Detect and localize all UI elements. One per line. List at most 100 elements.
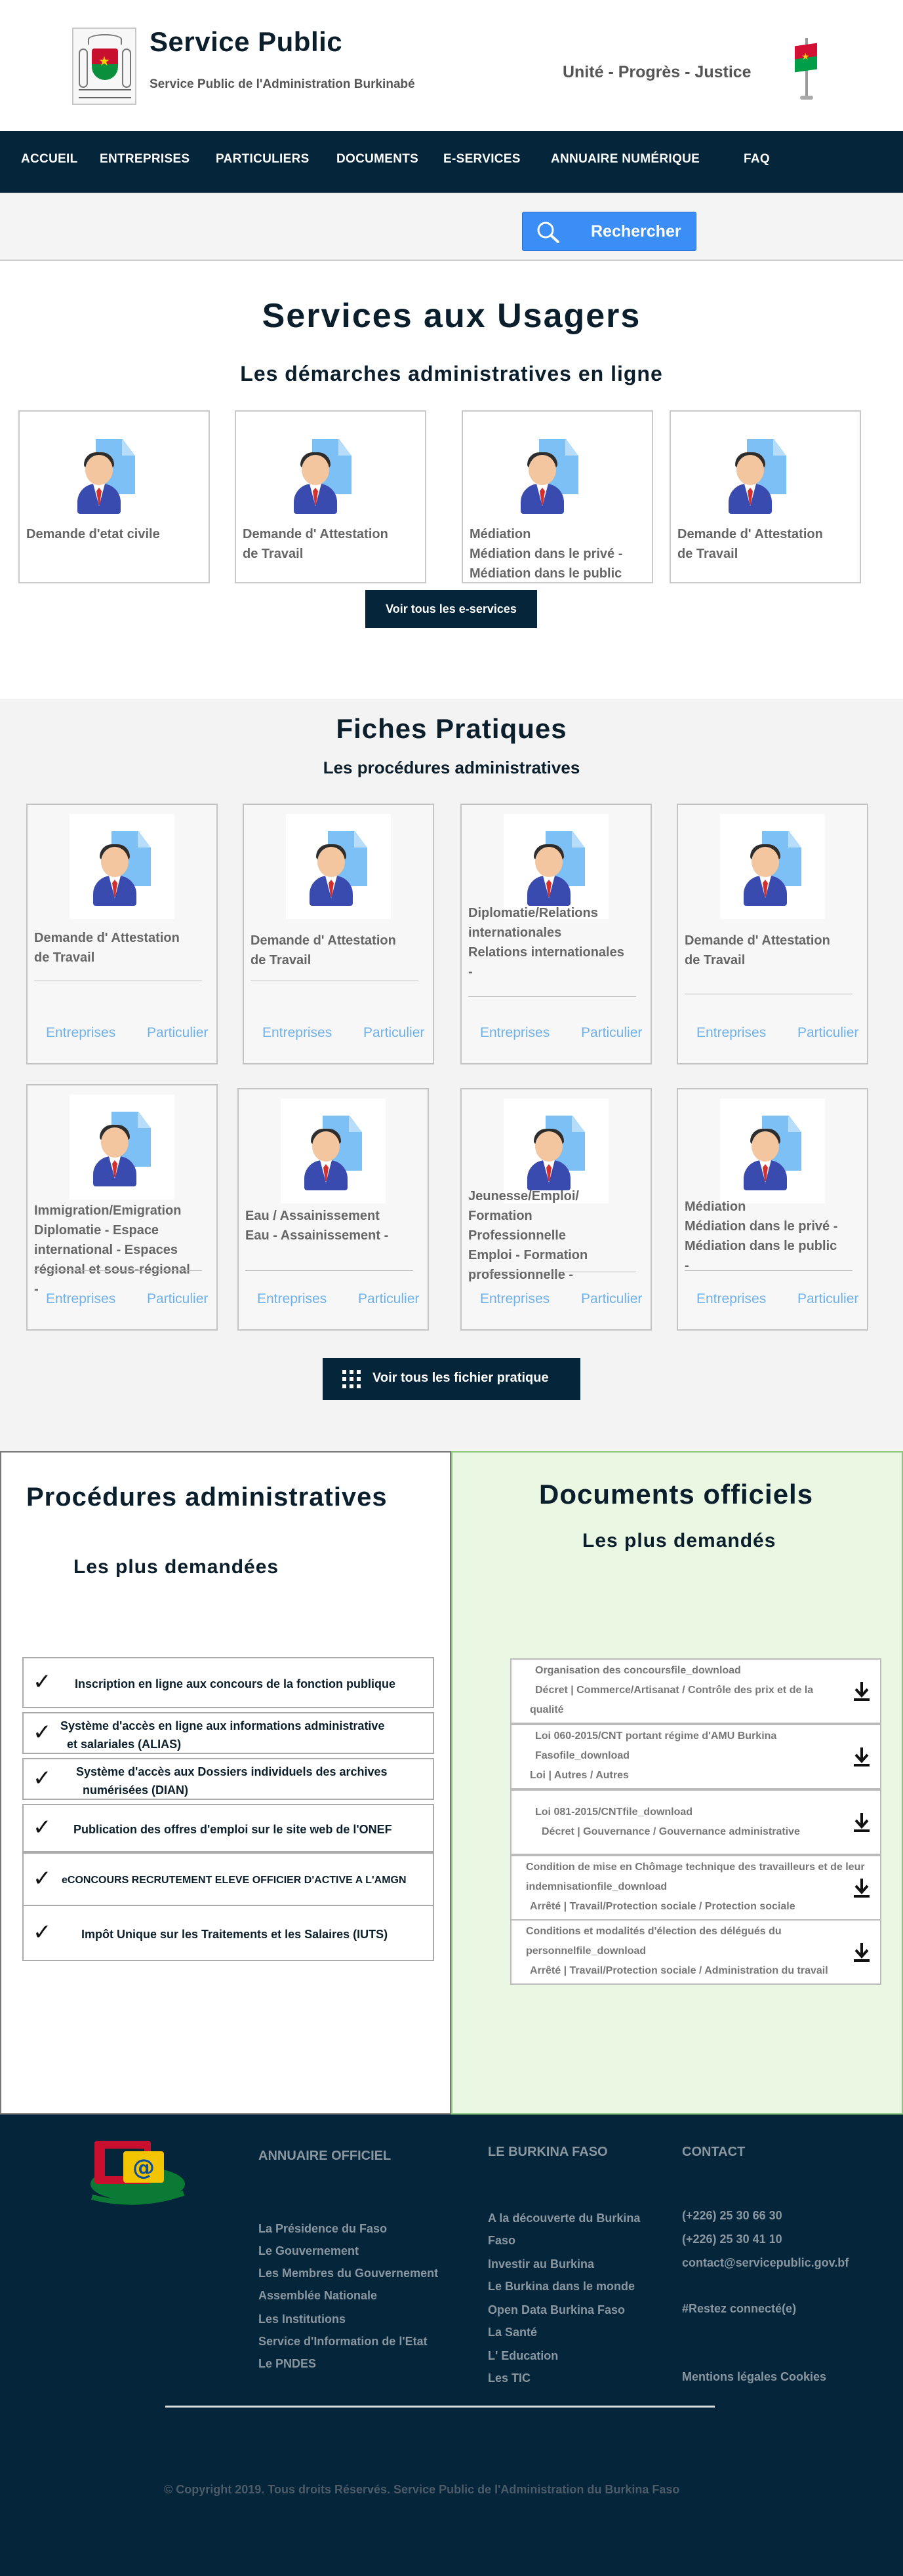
procedure-item[interactable]: ✓ Inscription en ligne aux concours de la… <box>22 1657 434 1708</box>
document-item[interactable]: Condition de mise en Chômage technique d… <box>510 1855 881 1921</box>
service-public-logo[interactable]: @ <box>85 2137 190 2209</box>
footer-annuaire-link[interactable]: Le Gouvernement <box>258 2244 359 2258</box>
download-icon[interactable] <box>853 1877 871 1898</box>
procedure-item[interactable]: ✓ Système d'accès aux Dossiers individuel… <box>22 1758 434 1800</box>
category-link-entreprises[interactable]: Entreprises <box>46 1291 115 1307</box>
footer-burkina-link[interactable]: A la découverte du Burkina <box>488 2212 640 2225</box>
view-all-e-services-button[interactable]: Voir tous les e-services <box>365 590 537 628</box>
fiche-card[interactable]: Médiation Médiation dans le privé - Médiat… <box>677 1088 868 1331</box>
category-link-entreprises[interactable]: Entreprises <box>46 1025 115 1041</box>
procedure-item[interactable]: ✓ Système d'accès en ligne aux informatio… <box>22 1712 434 1754</box>
footer-burkina-link[interactable]: Faso <box>488 2234 515 2248</box>
nav-item-annuaire[interactable]: ANNUAIRE NUMÉRIQUE <box>551 152 700 166</box>
category-link-entreprises[interactable]: Entreprises <box>480 1025 550 1041</box>
footer-annuaire-link[interactable]: Service d'Information de l'Etat <box>258 2335 428 2349</box>
fiche-card-label: de Travail <box>685 953 746 967</box>
legal-cookies-link[interactable]: Mentions légales Cookies <box>682 2370 826 2384</box>
category-link-entreprises[interactable]: Entreprises <box>257 1291 327 1307</box>
check-icon: ✓ <box>33 1815 52 1840</box>
footer-burkina-link[interactable]: Le Burkina dans le monde <box>488 2280 635 2293</box>
category-link-particulier[interactable]: Particulier <box>147 1291 208 1307</box>
download-icon[interactable] <box>853 1942 871 1962</box>
footer-annuaire-link[interactable]: Assemblée Nationale <box>258 2289 377 2303</box>
search-button-label: Rechercher <box>591 222 681 241</box>
fiche-card-label: - <box>685 1259 689 1273</box>
view-all-fiches-button[interactable]: Voir tous les fichier pratique <box>323 1358 580 1400</box>
footer-annuaire-link[interactable]: Le PNDES <box>258 2357 316 2371</box>
e-service-card-label: Demande d'etat civile <box>26 527 160 541</box>
download-icon[interactable] <box>853 1812 871 1833</box>
footer-burkina-link[interactable]: La Santé <box>488 2326 537 2339</box>
fiche-card-label: Diplomatie/Relations <box>468 906 598 920</box>
document-item-title: Décret | Commerce/Artisanat / Contrôle d… <box>535 1685 814 1696</box>
footer-annuaire-link[interactable]: Les Membres du Gouvernement <box>258 2267 438 2280</box>
fiche-card[interactable]: Demande d' Attestation de Travail Entrepri… <box>243 804 434 1064</box>
fiche-card[interactable]: Jeunesse/Emploi/Formation Professionnelle… <box>460 1088 652 1331</box>
document-item[interactable]: Loi 060-2015/CNT portant régime d'AMU Bu… <box>510 1724 881 1789</box>
category-link-particulier[interactable]: Particulier <box>363 1025 424 1041</box>
category-link-entreprises[interactable]: Entreprises <box>696 1025 766 1041</box>
fiche-card-divider <box>685 1270 853 1271</box>
procedure-item[interactable]: ✓ eCONCOURS RECRUTEMENT ELEVE OFFICIER D'… <box>22 1852 434 1906</box>
document-item[interactable]: Loi 081-2015/CNTfile_download Décret | Go… <box>510 1789 881 1855</box>
e-service-card[interactable]: Demande d' Attestation de Travail <box>670 410 861 583</box>
category-link-particulier[interactable]: Particulier <box>797 1291 858 1307</box>
document-item-title: Conditions et modalités d'élection des d… <box>526 1926 782 1937</box>
fiche-card[interactable]: Eau / Assainissement Eau - Assainissement… <box>237 1088 429 1331</box>
nav-item-particuliers[interactable]: PARTICULIERS <box>216 152 310 166</box>
services-title: Services aux Usagers <box>262 297 641 335</box>
document-person-icon <box>740 1114 805 1192</box>
procedure-item[interactable]: ✓ Publication des offres d'emploi sur le … <box>22 1804 434 1852</box>
grid-icon <box>342 1370 361 1388</box>
fiche-card-label: - <box>468 965 473 979</box>
site-title[interactable]: Service Public <box>150 26 342 58</box>
document-person-icon <box>523 1114 589 1192</box>
check-icon: ✓ <box>33 1766 52 1791</box>
documents-title: Documents officiels <box>539 1479 814 1510</box>
nav-item-entreprises[interactable]: ENTREPRISES <box>100 152 190 166</box>
nav-item-e-services[interactable]: E-SERVICES <box>443 152 521 166</box>
category-link-entreprises[interactable]: Entreprises <box>262 1025 332 1041</box>
nav-item-accueil[interactable]: ACCUEIL <box>21 152 78 166</box>
fiche-card-label: Eau - Assainissement - <box>245 1228 389 1243</box>
footer-contact-title: CONTACT <box>682 2145 746 2159</box>
document-item[interactable]: Organisation des concoursfile_download Dé… <box>510 1658 881 1724</box>
fiche-card[interactable]: Immigration/Emigration Diplomatie - Espac… <box>26 1084 218 1331</box>
fiche-card-image <box>70 814 174 919</box>
services-subtitle: Les démarches administratives en ligne <box>240 362 663 385</box>
document-person-icon <box>89 830 155 907</box>
fiche-card[interactable]: Demande d' Attestation de Travail Entrepri… <box>677 804 868 1064</box>
procedure-item-label: Impôt Unique sur les Traitements et les … <box>81 1928 388 1941</box>
footer-burkina-title: LE BURKINA FASO <box>488 2145 608 2159</box>
footer-burkina-link[interactable]: Investir au Burkina <box>488 2257 594 2271</box>
e-service-card[interactable]: Médiation Médiation dans le privé - Médiat… <box>462 410 653 583</box>
e-service-card[interactable]: Demande d' Attestation de Travail <box>235 410 426 583</box>
footer-annuaire-link[interactable]: Les Institutions <box>258 2313 346 2326</box>
fiche-card[interactable]: Demande d' Attestation de Travail Entrepri… <box>26 804 218 1064</box>
category-link-particulier[interactable]: Particulier <box>358 1291 419 1307</box>
national-motto: Unité - Progrès - Justice <box>563 63 752 81</box>
category-link-entreprises[interactable]: Entreprises <box>696 1291 766 1307</box>
contact-email-link[interactable]: contact@servicepublic.gov.bf <box>682 2256 849 2270</box>
fiche-card[interactable]: Diplomatie/Relations internationales Relat… <box>460 804 652 1064</box>
nav-item-faq[interactable]: FAQ <box>744 152 770 166</box>
footer-burkina-link[interactable]: L' Education <box>488 2349 558 2363</box>
download-icon[interactable] <box>853 1681 871 1702</box>
footer-burkina-link[interactable]: Open Data Burkina Faso <box>488 2303 625 2317</box>
nav-item-documents[interactable]: DOCUMENTS <box>336 152 418 166</box>
download-icon[interactable] <box>853 1746 871 1767</box>
category-link-entreprises[interactable]: Entreprises <box>480 1291 550 1307</box>
document-item[interactable]: Conditions et modalités d'élection des d… <box>510 1919 881 1985</box>
coat-of-arms-logo[interactable]: ★ <box>72 28 136 105</box>
e-service-card[interactable]: Demande d'etat civile <box>18 410 210 583</box>
fiche-card-label: Relations internationales <box>468 945 624 960</box>
procedure-item[interactable]: ✓ Impôt Unique sur les Traitements et les… <box>22 1905 434 1961</box>
category-link-particulier[interactable]: Particulier <box>147 1025 208 1041</box>
footer-annuaire-link[interactable]: La Présidence du Faso <box>258 2222 387 2236</box>
footer-burkina-link[interactable]: Les TIC <box>488 2371 531 2385</box>
category-link-particulier[interactable]: Particulier <box>581 1025 642 1041</box>
document-person-icon <box>300 1114 366 1192</box>
category-link-particulier[interactable]: Particulier <box>797 1025 858 1041</box>
category-link-particulier[interactable]: Particulier <box>581 1291 642 1307</box>
search-button[interactable]: Rechercher <box>522 212 696 251</box>
